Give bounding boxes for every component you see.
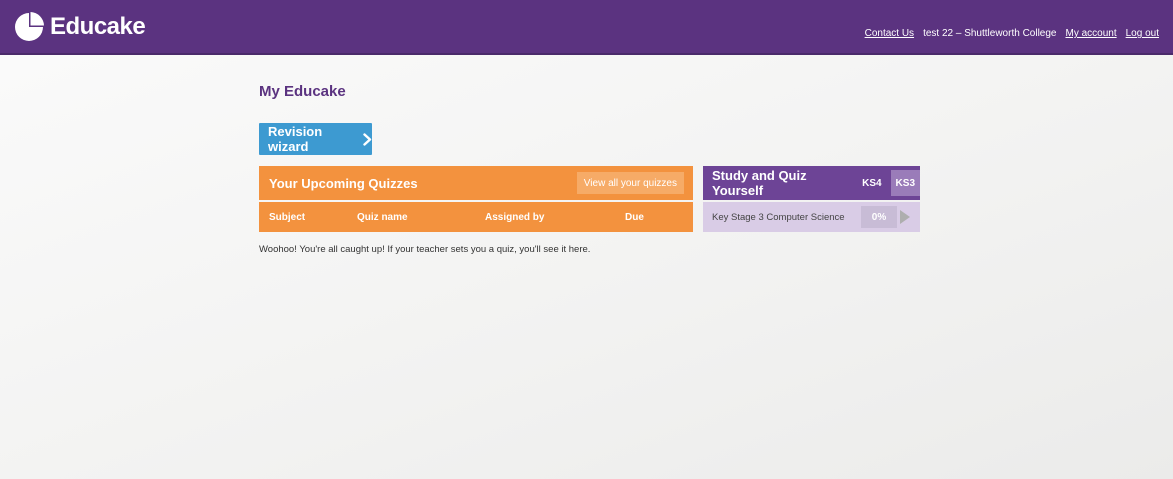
- course-progress-badge: 0%: [861, 206, 897, 228]
- upcoming-quizzes-panel: Your Upcoming Quizzes View all your quiz…: [259, 166, 693, 232]
- course-row[interactable]: Key Stage 3 Computer Science 0%: [703, 202, 920, 232]
- column-quiz-name[interactable]: Quiz name: [357, 212, 408, 223]
- my-account-link[interactable]: My account: [1065, 28, 1116, 39]
- column-due[interactable]: Due: [625, 212, 644, 223]
- study-header: Study and Quiz Yourself KS4 KS3: [703, 166, 920, 200]
- course-name: Key Stage 3 Computer Science: [712, 212, 845, 223]
- study-panel: Study and Quiz Yourself KS4 KS3 Key Stag…: [703, 166, 920, 232]
- contact-us-link[interactable]: Contact Us: [865, 28, 914, 39]
- educake-pie-icon: [15, 12, 44, 41]
- page-title: My Educake: [259, 83, 346, 100]
- column-subject[interactable]: Subject: [269, 212, 305, 223]
- user-school-label: test 22 – Shuttleworth College: [923, 28, 1057, 39]
- quizzes-column-headers: Subject Quiz name Assigned by Due: [259, 202, 693, 232]
- top-nav: Contact Us test 22 – Shuttleworth Colleg…: [865, 28, 1159, 39]
- tab-ks4[interactable]: KS4: [857, 170, 886, 196]
- upcoming-quizzes-header: Your Upcoming Quizzes View all your quiz…: [259, 166, 693, 200]
- view-all-quizzes-button[interactable]: View all your quizzes: [576, 172, 684, 194]
- chevron-right-icon: [363, 132, 372, 146]
- educake-logo[interactable]: Educake: [14, 12, 146, 42]
- revision-wizard-button[interactable]: Revision wizard: [259, 123, 372, 155]
- log-out-link[interactable]: Log out: [1126, 28, 1159, 39]
- play-icon[interactable]: [899, 209, 911, 230]
- revision-wizard-label: Revision wizard: [268, 124, 323, 154]
- tab-ks3[interactable]: KS3: [890, 170, 920, 196]
- top-bar: Educake Contact Us test 22 – Shuttlewort…: [0, 0, 1173, 55]
- logo-text: Educake: [50, 13, 146, 40]
- no-quizzes-message: Woohoo! You're all caught up! If your te…: [259, 244, 591, 255]
- column-assigned-by[interactable]: Assigned by: [485, 212, 544, 223]
- study-title: Study and Quiz Yourself: [712, 168, 807, 198]
- upcoming-quizzes-title: Your Upcoming Quizzes: [269, 175, 418, 191]
